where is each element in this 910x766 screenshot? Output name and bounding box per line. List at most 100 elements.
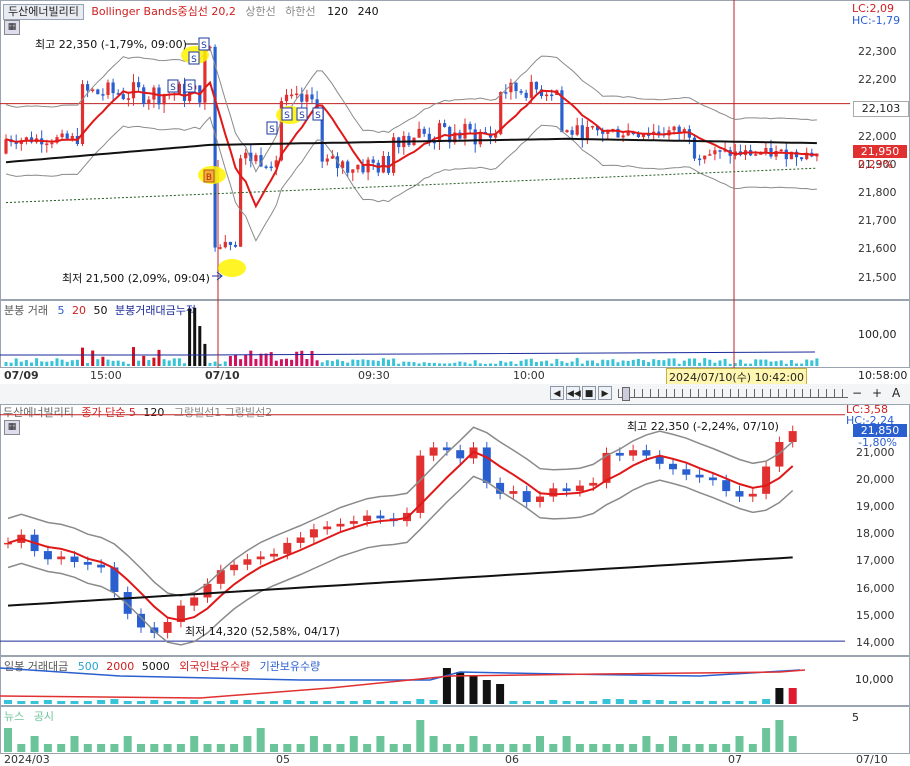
bottom-candle-chart[interactable] (0, 404, 850, 656)
candle-body (585, 126, 589, 140)
bvolume-bar (615, 699, 624, 704)
auto-scale-button[interactable]: A (892, 386, 900, 400)
candle-body (325, 158, 329, 162)
candle-body (101, 94, 105, 96)
bcandle-body (642, 450, 651, 456)
bvolume-bar (150, 700, 159, 704)
volume-bar (218, 363, 222, 366)
sell-signal-text: S (201, 41, 207, 51)
candle-body (60, 133, 64, 138)
bvolume-bar (669, 701, 677, 704)
volume-bar (453, 362, 457, 366)
y-tick-label: 20,000 (856, 473, 895, 487)
volume-bar (60, 359, 64, 366)
news-bar (442, 744, 451, 752)
bottom-high-annotation: 최고 22,350 (-2,24%, 07/10) (627, 420, 779, 433)
zoom-in-button[interactable]: + (872, 386, 882, 400)
volume-bar (534, 361, 538, 366)
volume-bar (101, 356, 105, 366)
candle-body (126, 98, 130, 100)
bvolume-bar (482, 680, 491, 704)
rewind-button[interactable]: ◀◀ (566, 386, 581, 400)
volume-bar (387, 359, 390, 366)
bvolume-bar (655, 700, 664, 704)
news-bar (349, 736, 358, 752)
candle-body (636, 134, 640, 138)
bcandle-body (243, 559, 252, 565)
volume-bar (254, 358, 258, 366)
candle-body (233, 244, 238, 247)
bcandle-body (575, 485, 584, 492)
candle-body (91, 89, 95, 91)
volume-bar (626, 360, 630, 366)
candle-body (580, 125, 584, 140)
news-bar (549, 744, 558, 752)
play-button[interactable]: ▶ (598, 386, 612, 400)
volume-bar (545, 360, 549, 366)
bvolume-bar (43, 700, 52, 704)
candle-body (264, 166, 268, 168)
candle-body (86, 84, 90, 91)
bottom-current-pct: -1,80% (858, 436, 897, 449)
volume-bar (443, 363, 447, 366)
x-label-1500: 15:00 (90, 369, 122, 382)
bcandle-body (615, 452, 624, 456)
volume-bar (295, 351, 299, 366)
volume-bar (438, 363, 441, 366)
news-bar (336, 744, 345, 752)
bvolume-bar (469, 676, 478, 704)
scroll-left-button[interactable]: ◀ (550, 386, 564, 400)
ma120-line (7, 556, 793, 607)
top-hc-label: HC:-1,79 (852, 14, 901, 27)
volume-bar (698, 362, 702, 366)
x-label-0710: 07/10 (205, 369, 240, 382)
granville-lower (7, 475, 794, 646)
bcandle-body (270, 553, 278, 557)
bvolume-bar (296, 701, 305, 704)
news-bar (203, 744, 212, 752)
bvolume-bar (708, 701, 717, 704)
news-bar (536, 736, 544, 752)
volume-bar (744, 363, 747, 366)
candle-body (223, 241, 227, 248)
zoom-out-button[interactable]: − (852, 386, 862, 400)
volume-bar (361, 359, 365, 366)
volume-bar (137, 360, 141, 366)
bvolume-bar (642, 700, 651, 704)
news-bar (509, 744, 518, 752)
volume-bar (111, 360, 115, 366)
volume-bar (300, 350, 304, 366)
volume-bar (259, 353, 263, 366)
candle-body (305, 94, 309, 102)
bvolume-bar (442, 668, 451, 704)
volume-bar (381, 358, 385, 366)
volume-bar (412, 362, 416, 366)
bottom-volume-chart (0, 667, 806, 704)
top-volume-chart (0, 300, 819, 368)
candle-body (228, 241, 232, 245)
volume-bar (789, 360, 793, 366)
zoom-slider-thumb[interactable] (622, 387, 630, 401)
volume-bar (4, 362, 8, 366)
volume-bar (14, 358, 18, 366)
volume-bar (305, 359, 309, 366)
volume-bar (631, 359, 635, 366)
news-bar (323, 744, 332, 752)
zoom-slider[interactable] (618, 389, 848, 398)
bvolume-bar (775, 688, 784, 704)
volume-bar (336, 359, 339, 366)
candle-body (269, 166, 273, 169)
stop-button[interactable]: ■ (582, 386, 596, 400)
volume-bar (126, 363, 130, 366)
bcandle-body (682, 469, 691, 475)
news-bar (416, 720, 425, 752)
news-bar (230, 744, 239, 752)
news-bar (70, 736, 79, 752)
news-bar (602, 744, 611, 752)
bcandle-body (163, 622, 172, 633)
news-bar (496, 744, 505, 752)
bottom-x-axis: 2024/03 05 06 07 07/10 (0, 753, 910, 766)
candle-body (244, 152, 248, 159)
volume-bar (621, 360, 625, 366)
volume-bar (177, 358, 181, 366)
